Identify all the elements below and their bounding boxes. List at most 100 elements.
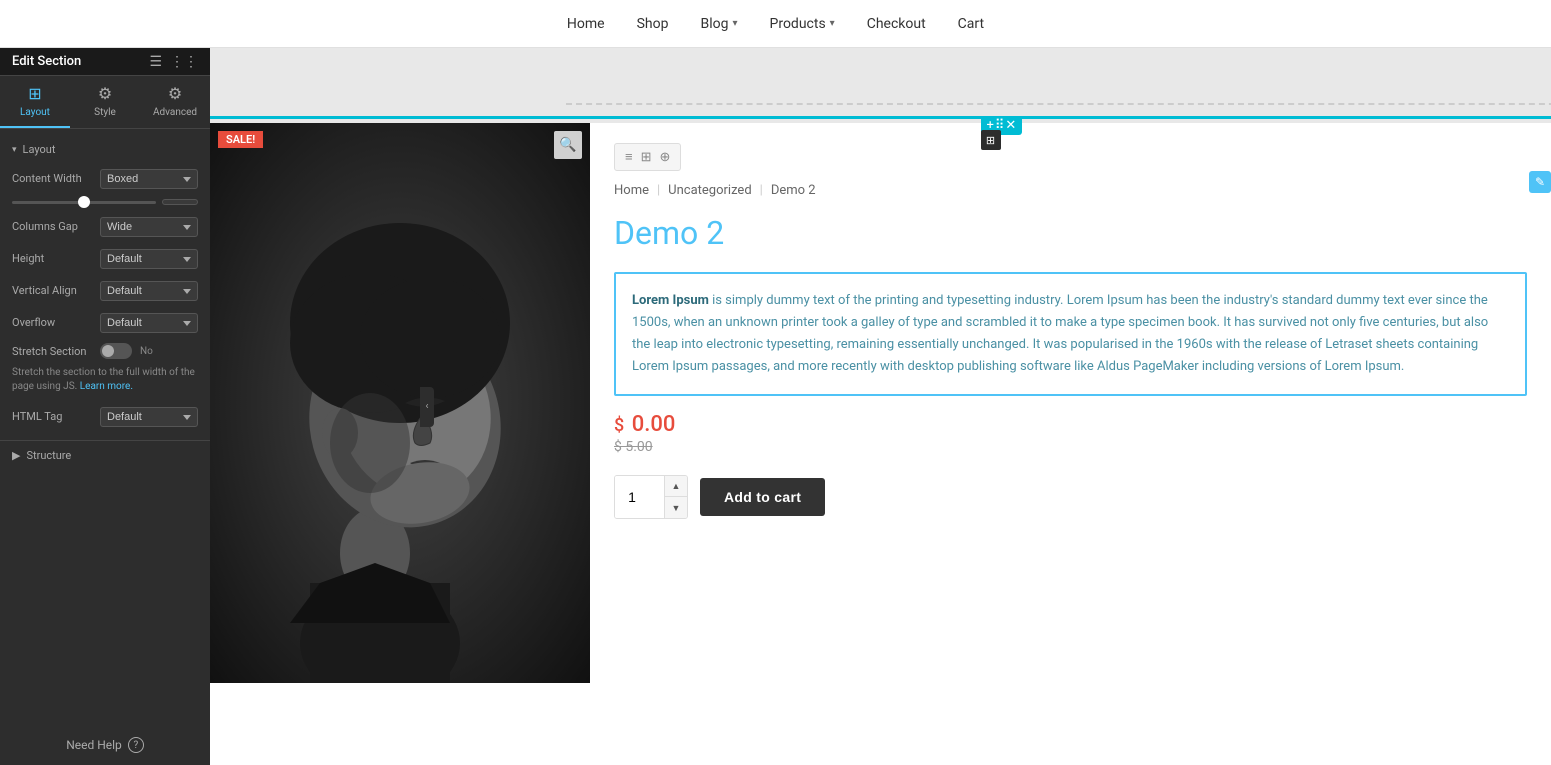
need-help-button[interactable]: Need Help ? — [66, 737, 144, 753]
stretch-section-row: Stretch Section No — [0, 338, 210, 364]
sidebar-tabs: ⊞ Layout ⚙ Style ⚙ Advanced — [0, 76, 210, 129]
product-title: Demo 2 — [614, 214, 1527, 252]
tab-layout[interactable]: ⊞ Layout — [0, 76, 70, 128]
align-left-icon[interactable]: ≡ — [625, 149, 633, 165]
nav-home[interactable]: Home — [567, 16, 605, 32]
content-area: + ⠿ ✕ ⊞ SALE! 🔍 — [210, 48, 1551, 765]
html-tag-label: HTML Tag — [12, 410, 92, 423]
html-tag-select[interactable]: Default div header footer — [100, 407, 198, 427]
nav-shop[interactable]: Shop — [637, 16, 669, 32]
nav-cart[interactable]: Cart — [958, 16, 984, 32]
tab-style-label: Style — [94, 107, 116, 118]
layout-section-header[interactable]: ▾ Layout — [0, 137, 210, 162]
dashed-top-border — [566, 103, 1551, 105]
product-image — [210, 123, 590, 683]
stretch-description: Stretch the section to the full width of… — [0, 364, 210, 400]
advanced-tab-icon: ⚙ — [168, 84, 182, 103]
quantity-wrapper: ▲ ▼ — [614, 475, 688, 519]
stretch-toggle[interactable] — [100, 343, 132, 359]
columns-gap-row: Columns Gap Wide Default Narrow Wider — [0, 210, 210, 242]
lorem-ipsum-bold: Lorem Ipsum — [632, 293, 709, 308]
overflow-control: Default Hidden — [100, 311, 198, 333]
product-description-box[interactable]: Lorem Ipsum is simply dummy text of the … — [614, 272, 1527, 396]
slider-value — [162, 199, 198, 205]
grid-icon[interactable]: ⋮⋮ — [170, 54, 198, 70]
sidebar-header-icons: ☰ ⋮⋮ — [149, 54, 198, 70]
nav-blog[interactable]: Blog ▾ — [700, 16, 737, 32]
columns-gap-control: Wide Default Narrow Wider — [100, 215, 198, 237]
quantity-up[interactable]: ▲ — [665, 476, 687, 497]
nav-checkout[interactable]: Checkout — [867, 16, 926, 32]
add-to-cart-row: ▲ ▼ Add to cart — [614, 475, 1527, 519]
tab-layout-label: Layout — [20, 107, 50, 118]
layout-section-title: Layout — [23, 143, 56, 156]
blog-dropdown-arrow: ▾ — [732, 18, 737, 29]
breadcrumb-home[interactable]: Home — [614, 183, 649, 198]
layout-collapse-arrow: ▾ — [12, 145, 17, 155]
content-width-select[interactable]: Boxed Full Width — [100, 169, 198, 189]
product-page: SALE! 🔍 — [210, 123, 1551, 765]
duplicate-icon[interactable]: ⊕ — [660, 150, 671, 165]
structure-arrow: ▶ — [12, 449, 20, 462]
columns-gap-select[interactable]: Wide Default Narrow Wider — [100, 217, 198, 237]
hamburger-icon[interactable]: ☰ — [149, 54, 162, 70]
content-width-row: Content Width Boxed Full Width — [0, 162, 210, 194]
stretch-toggle-text: No — [140, 346, 153, 357]
overflow-select[interactable]: Default Hidden — [100, 313, 198, 333]
height-control: Default Fit to Screen Min Height — [100, 247, 198, 269]
overflow-row: Overflow Default Hidden — [0, 306, 210, 338]
height-label: Height — [12, 252, 92, 265]
tab-advanced[interactable]: ⚙ Advanced — [140, 76, 210, 128]
image-zoom-icon[interactable]: 🔍 — [554, 131, 582, 159]
width-slider[interactable] — [12, 201, 156, 204]
section-copy-icon-btn[interactable]: ⊞ — [981, 130, 1001, 150]
widget-toolbar: ≡ ⊞ ⊕ — [614, 143, 681, 171]
section-highlight-bar — [210, 116, 1551, 119]
edit-text-icon[interactable]: ✎ — [1529, 171, 1551, 193]
portrait-svg — [210, 123, 590, 683]
layout-section: ▾ Layout Content Width Boxed Full Width — [0, 129, 210, 440]
section-close-icon[interactable]: ✕ — [1005, 118, 1016, 133]
price-currency: $ — [614, 415, 624, 436]
sidebar-footer: Need Help ? — [0, 725, 210, 765]
stretch-section-label: Stretch Section — [12, 345, 92, 358]
top-navigation: Home Shop Blog ▾ Products ▾ Checkout Car… — [0, 0, 1551, 48]
structure-label: Structure — [26, 449, 71, 462]
main-layout: Edit Section ☰ ⋮⋮ ⊞ Layout ⚙ Style ⚙ Adv… — [0, 48, 1551, 765]
style-tab-icon: ⚙ — [98, 84, 112, 103]
breadcrumb-sep-1: | — [657, 183, 660, 198]
sale-badge: SALE! — [218, 131, 263, 148]
quantity-arrows: ▲ ▼ — [665, 476, 687, 518]
sidebar: Edit Section ☰ ⋮⋮ ⊞ Layout ⚙ Style ⚙ Adv… — [0, 48, 210, 765]
nav-products[interactable]: Products ▾ — [770, 16, 835, 32]
vertical-align-select[interactable]: Default Top Middle Bottom — [100, 281, 198, 301]
vertical-align-control: Default Top Middle Bottom — [100, 279, 198, 301]
products-dropdown-arrow: ▾ — [830, 18, 835, 29]
tab-style[interactable]: ⚙ Style — [70, 76, 140, 128]
add-to-cart-button[interactable]: Add to cart — [700, 478, 825, 516]
height-row: Height Default Fit to Screen Min Height — [0, 242, 210, 274]
product-image-wrapper: SALE! 🔍 — [210, 123, 590, 683]
columns-gap-label: Columns Gap — [12, 220, 92, 233]
content-width-control: Boxed Full Width — [100, 167, 198, 189]
structure-section-header[interactable]: ▶ Structure — [0, 440, 210, 470]
quantity-down[interactable]: ▼ — [665, 497, 687, 518]
content-width-label: Content Width — [12, 172, 92, 185]
sidebar-collapse-handle[interactable]: ‹ — [420, 387, 434, 427]
html-tag-row: HTML Tag Default div header footer — [0, 400, 210, 432]
original-price: $ 5.00 — [614, 439, 1527, 455]
breadcrumb-current: Demo 2 — [771, 183, 816, 198]
sidebar-title: Edit Section — [12, 54, 81, 69]
product-description-text: is simply dummy text of the printing and… — [632, 293, 1488, 374]
quantity-input[interactable] — [615, 476, 665, 518]
align-center-icon[interactable]: ⊞ — [641, 150, 652, 165]
help-icon: ? — [128, 737, 144, 753]
overflow-label: Overflow — [12, 316, 92, 329]
html-tag-control: Default div header footer — [100, 405, 198, 427]
need-help-label: Need Help — [66, 738, 122, 752]
breadcrumb-uncategorized[interactable]: Uncategorized — [668, 183, 751, 198]
height-select[interactable]: Default Fit to Screen Min Height — [100, 249, 198, 269]
layout-tab-icon: ⊞ — [28, 84, 41, 103]
product-info-column: ≡ ⊞ ⊕ ✎ Home | Uncategorized | Demo 2 — [590, 123, 1551, 683]
learn-more-link[interactable]: Learn more. — [80, 381, 133, 392]
